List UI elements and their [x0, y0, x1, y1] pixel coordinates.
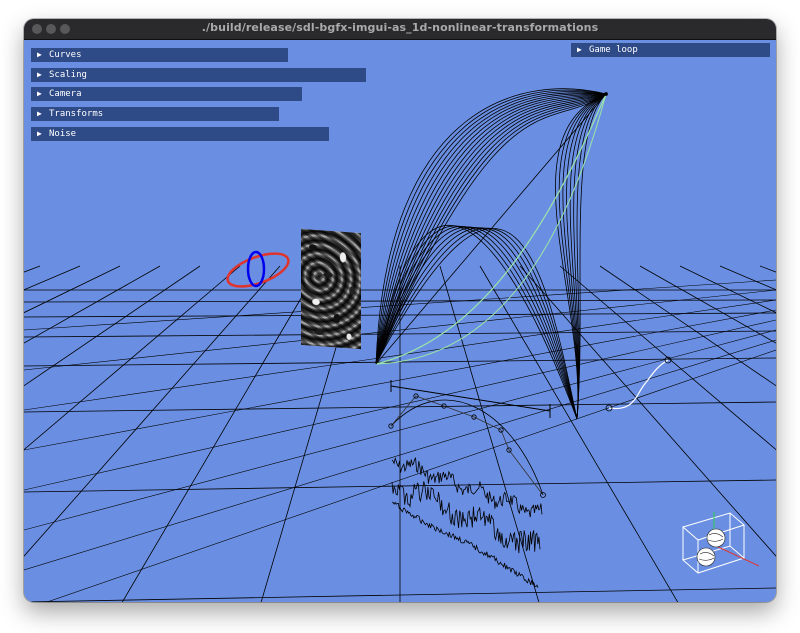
grid-line: [759, 265, 776, 273]
grid-line: [24, 265, 41, 273]
collapsed-arrow-icon: ▶: [37, 89, 42, 98]
grid-line: [479, 265, 679, 602]
curve-anchor: [604, 92, 608, 96]
app-window: ./build/release/sdl-bgfx-imgui-as_1d-non…: [24, 19, 776, 602]
3d-viewport[interactable]: ▶ Curves ▶ Scaling ▶ Camera ▶ Transforms ▶ No…: [24, 40, 776, 602]
panel-label: Curves: [49, 50, 82, 60]
noise-texture-quad: [301, 228, 361, 350]
panel-label: Scaling: [49, 70, 87, 80]
panel-label: Game loop: [589, 45, 638, 55]
noise-signals: [391, 456, 543, 588]
collapsed-arrow-icon: ▶: [577, 45, 582, 54]
rotation-gizmo: [226, 250, 290, 288]
collapsed-arrow-icon: ▶: [37, 50, 42, 59]
panel-header-noise[interactable]: ▶ Noise: [31, 127, 329, 141]
axis-ticks: [390, 380, 551, 418]
bezier-control-curve: [388, 393, 546, 498]
grid-line: [599, 265, 776, 387]
curve-family: [375, 88, 608, 420]
white-easing-curve: [605, 356, 672, 412]
scene-canvas: [24, 88, 776, 602]
collapsed-arrow-icon: ▶: [37, 70, 42, 79]
window-title: ./build/release/sdl-bgfx-imgui-as_1d-non…: [201, 21, 599, 34]
panel-header-scaling[interactable]: ▶ Scaling: [31, 68, 366, 82]
title-bar[interactable]: ./build/release/sdl-bgfx-imgui-as_1d-non…: [24, 19, 776, 40]
panel-header-camera[interactable]: ▶ Camera: [31, 87, 302, 101]
panel-label: Transforms: [49, 109, 104, 119]
panel-label: Camera: [49, 89, 82, 99]
collapsed-arrow-icon: ▶: [37, 109, 42, 118]
panel-header-game-loop[interactable]: ▶ Game loop: [571, 43, 770, 57]
signal-trace: [391, 456, 543, 518]
panel-header-curves[interactable]: ▶ Curves: [31, 48, 288, 62]
curve-line: [569, 93, 607, 420]
panel-label: Noise: [49, 129, 77, 139]
orientation-cube: [681, 512, 760, 574]
panel-header-transforms[interactable]: ▶ Transforms: [31, 107, 279, 121]
collapsed-arrow-icon: ▶: [37, 129, 42, 138]
